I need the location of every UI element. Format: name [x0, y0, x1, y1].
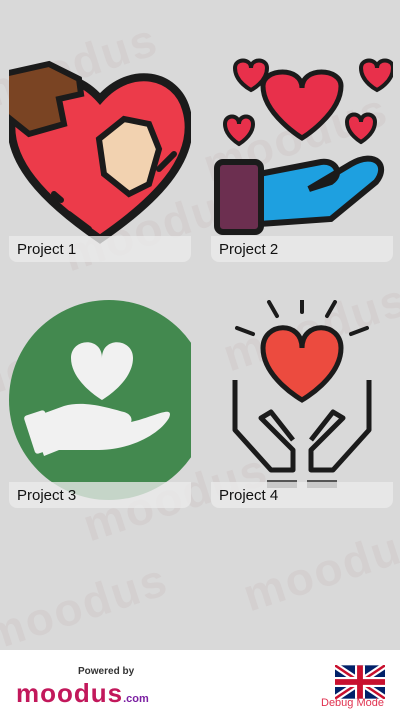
uk-flag-icon[interactable] — [333, 662, 387, 702]
project-label: Project 3 — [17, 487, 77, 504]
project-card-1[interactable]: Project 1 — [9, 54, 191, 262]
project-label: Project 1 — [17, 241, 77, 258]
hands-holding-heart-icon — [211, 300, 393, 500]
hand-heart-circle-icon — [9, 300, 191, 500]
project-card-3[interactable]: Project 3 — [9, 300, 191, 508]
project-label: Project 2 — [219, 241, 279, 258]
footer-bar: Powered by moodus.com Debug Mode — [0, 650, 400, 715]
debug-mode-label: Debug Mode — [321, 697, 384, 709]
heart-hands-icon — [9, 54, 191, 254]
powered-by-text: Powered by — [78, 666, 135, 677]
brand-name: moodus — [16, 678, 124, 708]
project-card-2[interactable]: Project 2 — [211, 54, 393, 262]
project-card-4[interactable]: Project 4 — [211, 300, 393, 508]
moodus-logo[interactable]: moodus.com — [16, 678, 149, 709]
brand-suffix: .com — [123, 693, 149, 705]
hand-giving-hearts-icon — [211, 54, 393, 254]
project-label: Project 4 — [219, 487, 279, 504]
